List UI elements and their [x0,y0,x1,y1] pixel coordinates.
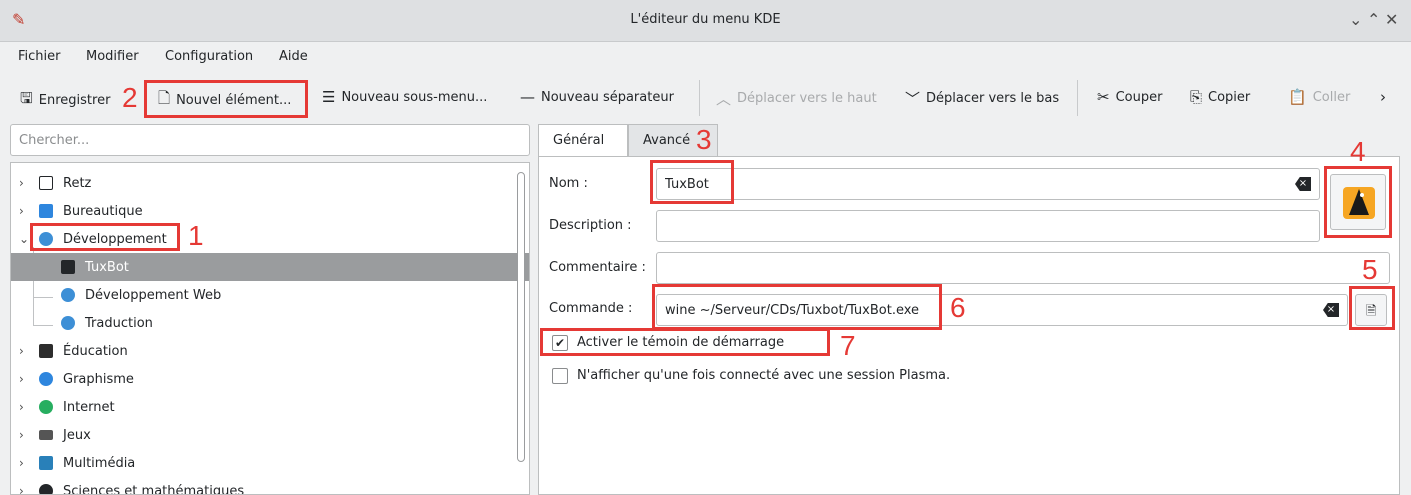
chevron-right-icon[interactable]: › [19,344,24,358]
plasma-only-label: N'afficher qu'une fois connecté avec une… [577,368,951,383]
comment-label: Commentaire : [549,260,646,275]
copy-icon: ⎘ [1190,88,1203,106]
tree-item-bureautique[interactable]: › Bureautique [11,197,511,225]
save-button[interactable]: 🖫 Enregistrer [20,88,110,113]
tree-scrollbar[interactable] [517,172,525,462]
toolbar: 🖫 Enregistrer 🗋 Nouvel élément... ☰ Nouv… [0,76,1411,120]
command-input[interactable] [657,295,1347,325]
move-down-button[interactable]: ﹀ Déplacer vers le bas [905,88,1059,109]
title-bar: ✎ L'éditeur du menu KDE ⌄ ⌃ ✕ [0,0,1411,42]
annotation-number: 5 [1362,254,1378,285]
comment-field[interactable] [656,252,1390,284]
menu-lines-icon: ☰ [322,88,336,106]
startup-feedback-label: Activer le témoin de démarrage [577,335,785,350]
plasma-only-checkbox[interactable] [552,368,568,384]
chevron-down-icon[interactable]: ⌄ [19,232,29,246]
chevron-right-icon[interactable]: › [19,456,24,470]
tree-item-graphisme[interactable]: › Graphisme [11,365,511,393]
window-title: L'éditeur du menu KDE [630,12,781,27]
menu-tree: › Retz › Bureautique ⌄ Développement Tux… [10,162,530,495]
annotation-number: 4 [1350,136,1366,167]
menu-modifier[interactable]: Modifier [86,49,139,64]
annotation-number: 1 [188,220,204,251]
menu-configuration[interactable]: Configuration [165,49,253,64]
name-label: Nom : [549,176,588,191]
icon-picker-button[interactable] [1330,174,1386,230]
move-up-button[interactable]: ︿ Déplacer vers le haut [716,88,877,109]
tree-item-sciences[interactable]: › Sciences et mathématiques [11,477,511,494]
translation-icon [61,316,75,330]
tux-icon [1343,187,1375,219]
separator-line-icon: — [520,88,535,106]
toolbar-divider [1077,80,1078,116]
minimize-button[interactable]: ⌄ [1349,10,1362,29]
tree-item-jeux[interactable]: › Jeux [11,421,511,449]
chevron-right-icon[interactable]: › [19,400,24,414]
internet-icon [39,400,53,414]
toolbar-divider [699,80,700,116]
chevron-right-icon[interactable]: › [19,484,24,494]
chevron-right-icon[interactable]: › [19,176,24,190]
scissors-icon: ✂ [1097,88,1110,106]
chevron-right-icon[interactable]: › [19,372,24,386]
paste-button[interactable]: 📋 Coller [1288,88,1350,106]
browse-command-button[interactable]: 🗎 [1355,294,1387,326]
new-separator-button[interactable]: — Nouveau séparateur [520,88,674,106]
tree-item-developpement[interactable]: ⌄ Développement [11,225,511,253]
name-input[interactable] [657,169,1319,199]
annotation-number: 3 [696,124,712,155]
new-submenu-button[interactable]: ☰ Nouveau sous-menu... [322,88,487,106]
web-dev-icon [61,288,75,302]
tree-item-traduction[interactable]: Traduction [11,309,511,337]
tree-item-developpement-web[interactable]: Développement Web [11,281,511,309]
new-item-button[interactable]: 🗋 Nouvel élément... [158,88,291,113]
education-icon [39,344,53,358]
tree-item-tuxbot[interactable]: TuxBot [11,253,529,281]
tree-item-education[interactable]: › Éducation [11,337,511,365]
command-label: Commande : [549,301,633,316]
startup-feedback-checkbox[interactable]: ✔ [552,335,568,351]
chevron-up-icon: ︿ [716,90,732,108]
search-input[interactable] [11,125,529,155]
close-button[interactable]: ✕ [1385,10,1398,29]
multimedia-icon [39,456,53,470]
maximize-button[interactable]: ⌃ [1367,10,1380,29]
annotation-number: 6 [950,292,966,323]
tree-item-internet[interactable]: › Internet [11,393,511,421]
comment-input[interactable] [657,253,1389,283]
cut-button[interactable]: ✂ Couper [1097,88,1162,106]
toolbar-overflow-button[interactable]: › [1380,88,1386,106]
menu-aide[interactable]: Aide [279,49,308,64]
file-icon: 🗎 [1366,304,1377,319]
chevron-down-icon: ﹀ [905,90,921,108]
annotation-number: 2 [122,82,138,113]
copy-button[interactable]: ⎘ Copier [1190,88,1250,106]
chevron-right-icon[interactable]: › [19,204,24,218]
folder-icon [39,176,53,190]
tux-icon [61,260,75,274]
name-field[interactable]: × [656,168,1320,200]
description-field[interactable] [656,210,1320,242]
description-input[interactable] [657,211,1319,241]
description-label: Description : [549,218,632,233]
science-icon [39,484,53,494]
games-icon [39,430,53,440]
tab-general[interactable]: Général [538,124,628,156]
menu-fichier[interactable]: Fichier [18,49,61,64]
chevron-right-icon: › [1380,88,1386,106]
new-document-icon: 🗋 [158,89,171,107]
graphics-icon [39,372,53,386]
search-field[interactable] [10,124,530,156]
annotation-number: 7 [840,330,856,361]
tree-item-retz[interactable]: › Retz [11,169,511,197]
tree-item-multimedia[interactable]: › Multimédia [11,449,511,477]
command-field[interactable]: × [656,294,1348,326]
development-icon [39,232,53,246]
save-icon: 🖫 [20,89,33,107]
chevron-right-icon[interactable]: › [19,428,24,442]
clipboard-icon: 📋 [1288,88,1307,106]
office-icon [39,204,53,218]
menu-bar: Fichier Modifier Configuration Aide [0,42,1411,74]
